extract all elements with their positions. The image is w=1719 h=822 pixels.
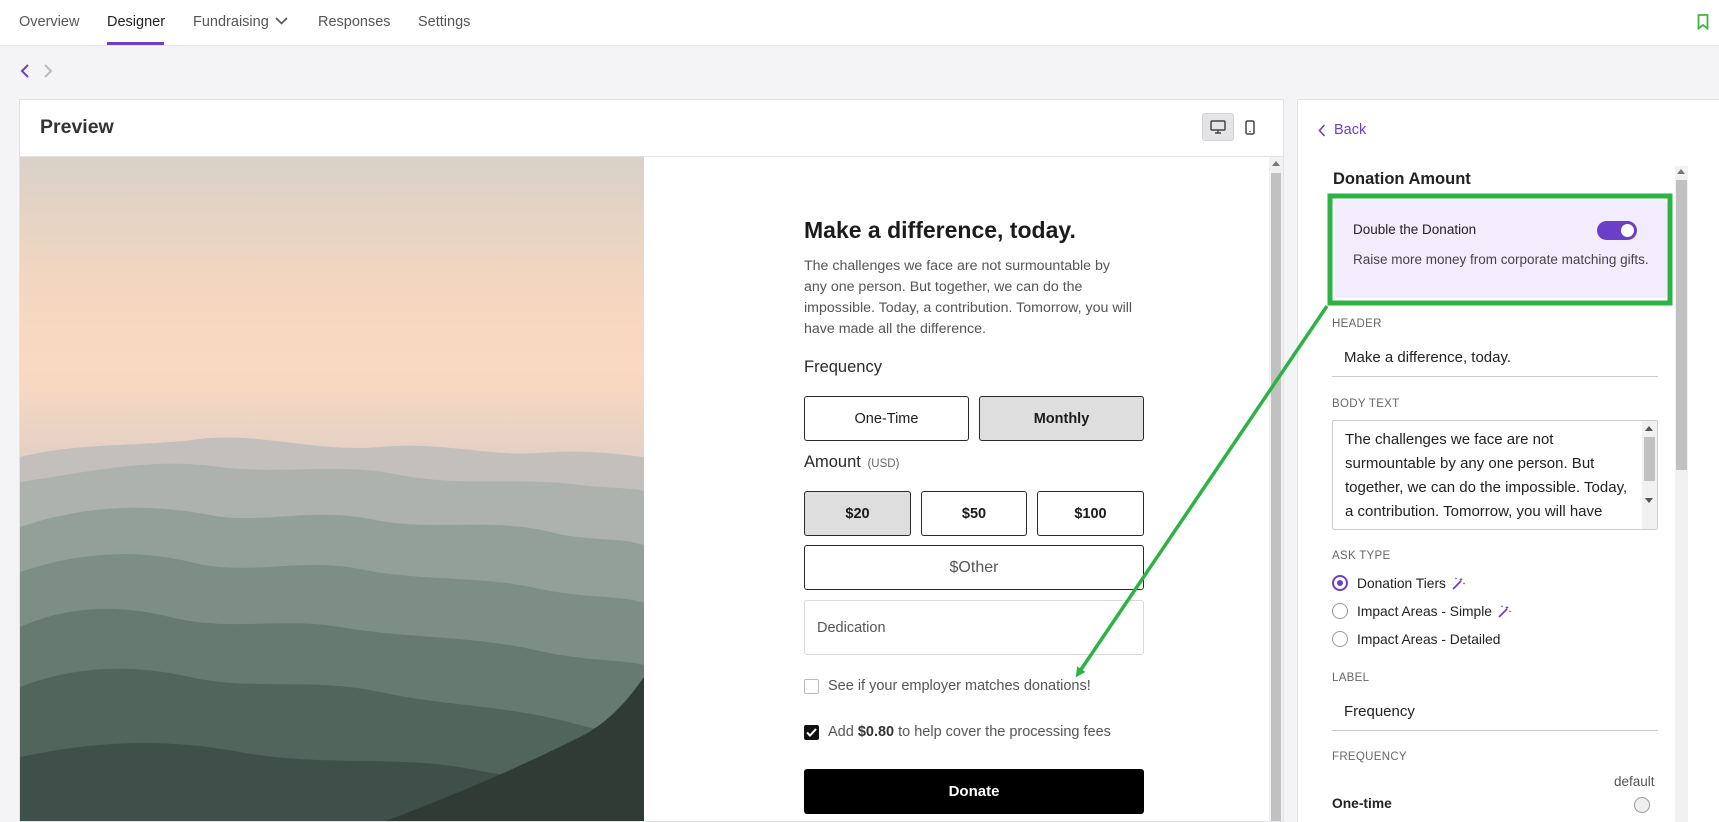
mobile-icon bbox=[1245, 119, 1255, 135]
fee-suffix: to help cover the processing fees bbox=[898, 724, 1111, 740]
form-body-text: The challenges we face are not surmounta… bbox=[804, 258, 1133, 337]
device-toggle bbox=[1202, 113, 1266, 141]
amount-label: Amount (USD) bbox=[804, 453, 899, 472]
frequency-default-radio[interactable] bbox=[1634, 797, 1650, 813]
section-title: Donation Amount bbox=[1333, 170, 1471, 188]
ask-type-donation-tiers[interactable]: Donation Tiers bbox=[1332, 575, 1466, 591]
frequency-section-label: FREQUENCY bbox=[1332, 751, 1407, 763]
label-input[interactable]: Frequency bbox=[1332, 693, 1658, 731]
chevron-left-icon bbox=[1318, 123, 1326, 137]
radio-impact-detailed[interactable] bbox=[1332, 631, 1348, 647]
mobile-view-button[interactable] bbox=[1234, 113, 1266, 141]
forward-arrow-icon[interactable] bbox=[43, 63, 53, 79]
donation-form: Make a difference, today. The challenges… bbox=[644, 157, 1262, 821]
label-field-label: LABEL bbox=[1332, 672, 1370, 684]
active-tab-indicator bbox=[107, 42, 164, 45]
body-text-value: The challenges we face are not surmounta… bbox=[1345, 431, 1628, 529]
ask-type-label-donation-tiers: Donation Tiers bbox=[1357, 575, 1446, 591]
frequency-label: Frequency bbox=[804, 358, 882, 376]
chevron-down-icon bbox=[275, 17, 288, 25]
frequency-monthly-button[interactable]: Monthly bbox=[979, 396, 1144, 441]
preview-scrollbar[interactable] bbox=[1269, 157, 1283, 821]
back-link[interactable]: Back bbox=[1318, 122, 1366, 138]
textarea-scroll-down-icon[interactable] bbox=[1645, 498, 1653, 503]
form-heading: Make a difference, today. bbox=[804, 217, 1076, 243]
toggle-knob bbox=[1621, 224, 1634, 237]
amount-50-button[interactable]: $50 bbox=[921, 491, 1027, 536]
ask-type-impact-detailed[interactable]: Impact Areas - Detailed bbox=[1332, 631, 1500, 647]
fee-amount: $0.80 bbox=[857, 724, 895, 740]
double-the-donation-toggle[interactable] bbox=[1597, 221, 1637, 240]
scroll-up-arrow-icon[interactable] bbox=[1272, 161, 1280, 166]
back-label: Back bbox=[1334, 122, 1367, 138]
double-the-donation-description: Raise more money from corporate matching… bbox=[1353, 252, 1649, 267]
tab-fundraising-label: Fundraising bbox=[193, 14, 269, 30]
amount-currency: (USD) bbox=[867, 458, 900, 470]
settings-scrollbar[interactable] bbox=[1675, 166, 1688, 822]
tab-overview[interactable]: Overview bbox=[19, 14, 79, 30]
ask-type-label: ASK TYPE bbox=[1332, 550, 1391, 562]
default-column-label: default bbox=[1614, 774, 1655, 789]
amount-label-text: Amount bbox=[804, 453, 861, 471]
settings-scroll-thumb[interactable] bbox=[1676, 180, 1687, 470]
body-text-field-label: BODY TEXT bbox=[1332, 398, 1400, 410]
hero-image bbox=[20, 157, 644, 821]
textarea-scroll-up-icon[interactable] bbox=[1645, 426, 1653, 431]
processing-fee-row[interactable]: Add $0.80 to help cover the processing f… bbox=[804, 724, 1111, 740]
ask-type-label-impact-simple: Impact Areas - Simple bbox=[1357, 603, 1492, 619]
ask-type-label-impact-detailed: Impact Areas - Detailed bbox=[1357, 631, 1501, 647]
amount-100-button[interactable]: $100 bbox=[1037, 491, 1144, 536]
checkmark-icon bbox=[806, 727, 817, 737]
desktop-view-button[interactable] bbox=[1202, 113, 1234, 141]
preview-scroll-thumb[interactable] bbox=[1271, 173, 1281, 821]
tab-fundraising[interactable]: Fundraising bbox=[193, 14, 288, 30]
tab-designer[interactable]: Designer bbox=[107, 14, 165, 30]
settings-scroll-up-icon[interactable] bbox=[1677, 169, 1685, 174]
top-nav: Overview Designer Fundraising Responses … bbox=[0, 0, 1719, 46]
employer-match-row[interactable]: See if your employer matches donations! bbox=[804, 678, 1091, 694]
textarea-scroll-thumb[interactable] bbox=[1644, 437, 1655, 481]
employer-match-text: See if your employer matches donations! bbox=[828, 678, 1091, 694]
magic-wand-icon bbox=[1452, 576, 1466, 590]
amount-20-button[interactable]: $20 bbox=[804, 491, 911, 536]
fee-prefix: Add bbox=[828, 724, 854, 740]
ask-type-impact-simple[interactable]: Impact Areas - Simple bbox=[1332, 603, 1512, 619]
magic-wand-icon bbox=[1498, 604, 1512, 618]
radio-donation-tiers[interactable] bbox=[1332, 575, 1348, 591]
dedication-input[interactable]: Dedication bbox=[804, 600, 1144, 655]
frequency-item-one-time: One-time bbox=[1332, 796, 1392, 811]
double-the-donation-title: Double the Donation bbox=[1353, 222, 1477, 237]
back-arrow-icon[interactable] bbox=[20, 63, 30, 79]
preview-panel: Preview Make a difference, today. The ch… bbox=[19, 99, 1284, 822]
desktop-icon bbox=[1210, 120, 1226, 134]
other-amount-input[interactable]: $Other bbox=[804, 545, 1144, 590]
body-text-textarea[interactable]: The challenges we face are not surmounta… bbox=[1332, 420, 1658, 530]
header-field-label: HEADER bbox=[1332, 318, 1382, 330]
tab-settings[interactable]: Settings bbox=[418, 14, 470, 30]
header-input[interactable]: Make a difference, today. bbox=[1332, 339, 1658, 377]
radio-impact-simple[interactable] bbox=[1332, 603, 1348, 619]
employer-match-checkbox[interactable] bbox=[804, 678, 819, 694]
processing-fee-checkbox[interactable] bbox=[804, 724, 819, 740]
double-the-donation-card: Double the Donation Raise more money fro… bbox=[1335, 200, 1667, 298]
frequency-one-time-button[interactable]: One-Time bbox=[804, 396, 969, 441]
bookmark-icon[interactable] bbox=[1697, 14, 1709, 30]
tab-responses[interactable]: Responses bbox=[318, 14, 391, 30]
donate-button[interactable]: Donate bbox=[804, 769, 1144, 814]
preview-title: Preview bbox=[40, 116, 114, 138]
textarea-scrollbar[interactable] bbox=[1642, 421, 1657, 529]
